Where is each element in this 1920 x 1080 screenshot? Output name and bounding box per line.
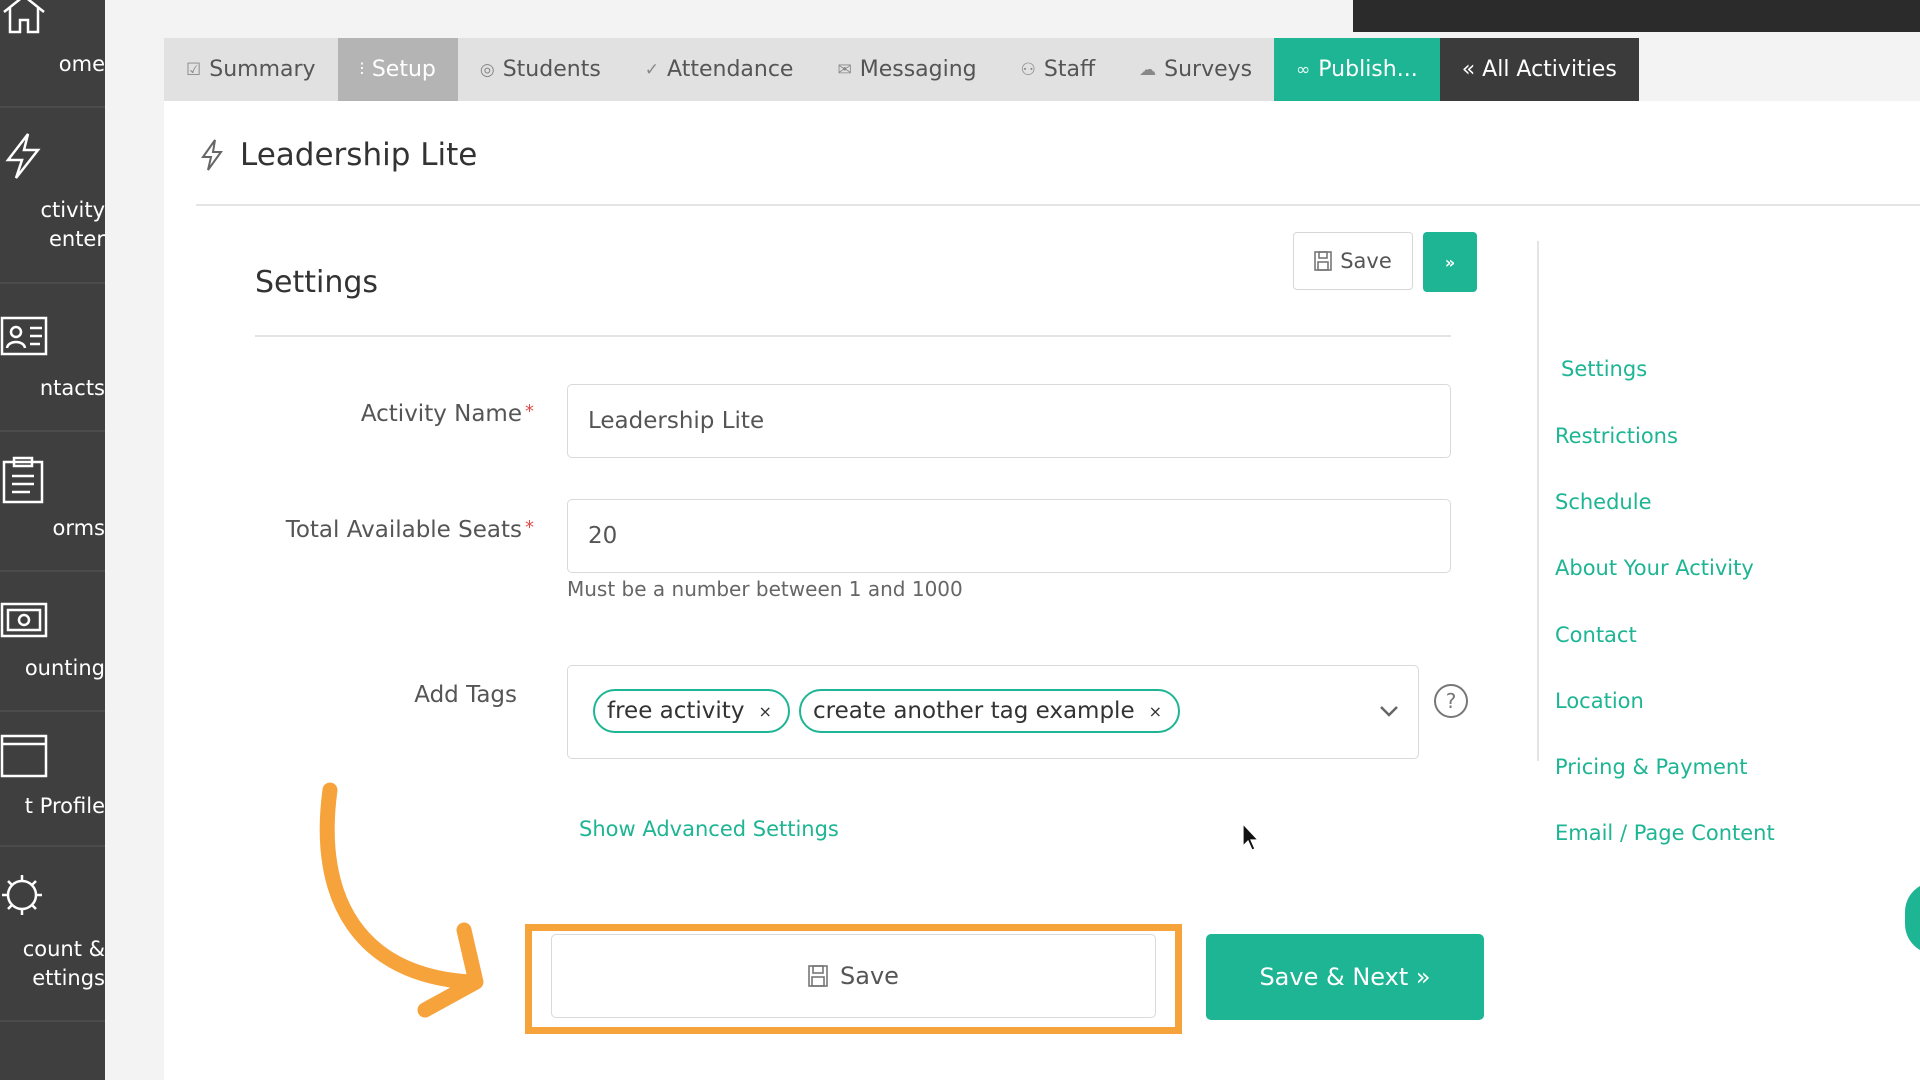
tab-staff[interactable]: ⚇ Staff xyxy=(998,38,1118,101)
envelope-icon: ✉ xyxy=(837,59,852,80)
save-and-next-button[interactable]: Save & Next » xyxy=(1206,934,1484,1020)
remove-tag-icon[interactable]: × xyxy=(758,702,771,721)
tag-chip: create another tag example × xyxy=(799,689,1181,733)
tags-select[interactable]: free activity × create another tag examp… xyxy=(567,665,1419,759)
show-advanced-settings-link[interactable]: Show Advanced Settings xyxy=(579,817,839,841)
total-seats-input[interactable] xyxy=(568,500,1450,572)
highlight-box xyxy=(525,924,1182,1034)
save-button-top[interactable]: Save xyxy=(1293,232,1413,290)
tab-label: Surveys xyxy=(1164,57,1253,82)
activity-name-input[interactable] xyxy=(568,385,1450,457)
check-icon: ✓ xyxy=(644,59,660,80)
staff-icon: ⚇ xyxy=(1020,59,1036,80)
annotation-arrow xyxy=(319,782,484,1018)
required-mark: * xyxy=(525,517,534,538)
floppy-disk-icon xyxy=(1314,251,1333,271)
chevron-down-icon[interactable] xyxy=(1378,700,1400,722)
sidenav-email-page-content[interactable]: Email / Page Content xyxy=(1555,821,1775,845)
tab-surveys[interactable]: ☁ Surveys xyxy=(1117,38,1275,101)
sidenav-settings[interactable]: Settings xyxy=(1561,357,1647,381)
help-icon[interactable]: ? xyxy=(1434,684,1468,718)
save-label: Save xyxy=(1340,249,1392,273)
tab-all-activities[interactable]: « All Activities xyxy=(1439,38,1639,101)
cloud-icon: ☁ xyxy=(1139,59,1157,80)
activity-name-field xyxy=(567,384,1451,458)
sidenav-schedule[interactable]: Schedule xyxy=(1555,490,1652,514)
tag-text: free activity xyxy=(607,698,745,724)
sidenav-contact[interactable]: Contact xyxy=(1555,623,1637,647)
tab-attendance[interactable]: ✓ Attendance xyxy=(622,38,816,101)
settings-side-nav: Settings Restrictions Schedule About You… xyxy=(1537,241,1839,845)
tab-label: Attendance xyxy=(667,57,794,82)
tab-publish[interactable]: ∞ Publish... xyxy=(1274,38,1440,101)
link-icon: ∞ xyxy=(1296,59,1311,80)
tab-label: Messaging xyxy=(859,57,977,82)
tab-label: Staff xyxy=(1043,57,1096,82)
tag-chip: free activity × xyxy=(593,689,790,733)
total-seats-field xyxy=(567,499,1451,573)
sidenav-restrictions[interactable]: Restrictions xyxy=(1555,424,1678,448)
seats-help-text: Must be a number between 1 and 1000 xyxy=(567,577,963,601)
next-button-top[interactable]: » xyxy=(1423,232,1477,292)
tab-label: Publish... xyxy=(1318,57,1418,82)
required-mark: * xyxy=(525,401,534,422)
tab-messaging[interactable]: ✉ Messaging xyxy=(815,38,999,101)
sidenav-about[interactable]: About Your Activity xyxy=(1555,556,1754,580)
top-dark-bar xyxy=(1353,0,1920,32)
tab-label: « All Activities xyxy=(1461,57,1617,82)
sidenav-location[interactable]: Location xyxy=(1555,689,1644,713)
sidenav-pricing[interactable]: Pricing & Payment xyxy=(1555,755,1747,779)
mouse-cursor-icon xyxy=(1242,822,1260,851)
tag-text: create another tag example xyxy=(813,698,1135,724)
remove-tag-icon[interactable]: × xyxy=(1149,702,1162,721)
